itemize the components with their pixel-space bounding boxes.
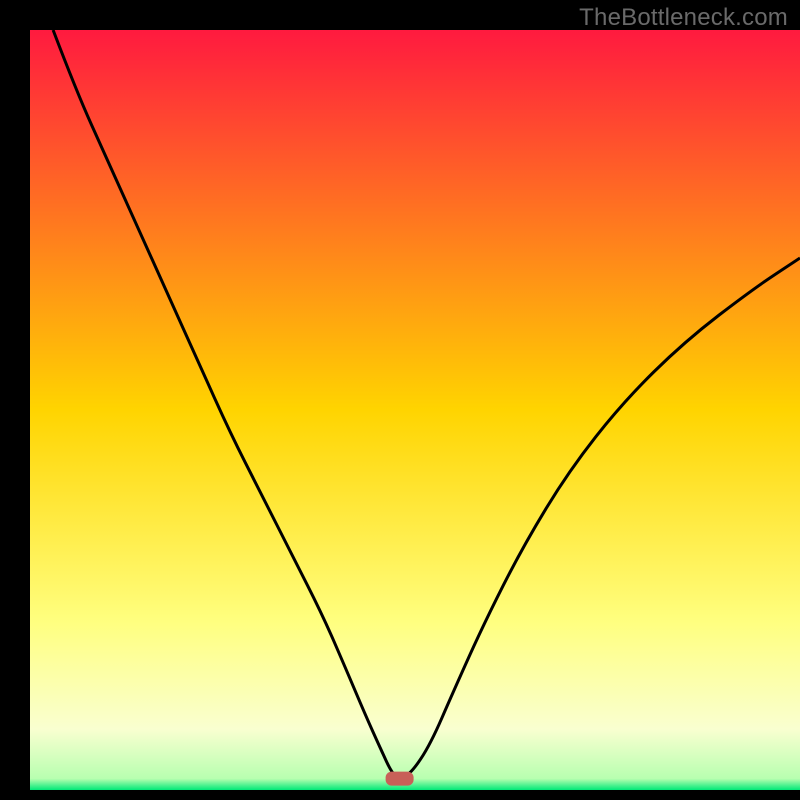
chart-background: [30, 30, 800, 790]
bottleneck-chart: [0, 0, 800, 800]
chart-container: TheBottleneck.com: [0, 0, 800, 800]
optimum-marker: [386, 772, 414, 786]
watermark-text: TheBottleneck.com: [579, 4, 788, 32]
